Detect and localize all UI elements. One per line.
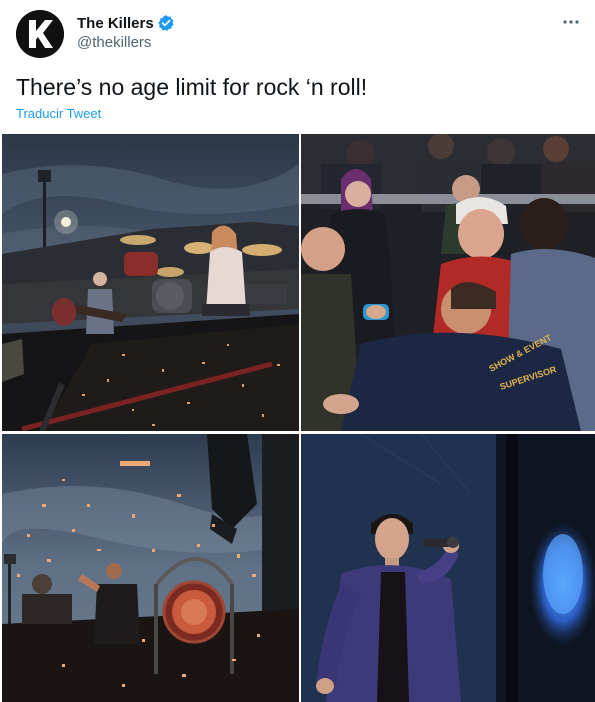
photo-gong-confetti-stage[interactable] (2, 434, 299, 702)
photo-elderly-fan-meeting-singer[interactable]: SHOW & EVENT SUPERVISOR (301, 134, 595, 431)
photo-drummer-on-stage-dusk[interactable] (2, 134, 299, 431)
translate-tweet-link[interactable]: Traducir Tweet (16, 106, 101, 121)
more-options-button[interactable] (561, 12, 581, 32)
author-handle[interactable]: @thekillers (77, 34, 175, 51)
tweet-header: The Killers @thekillers (16, 10, 581, 62)
media-grid: SHOW & EVENT SUPERVISOR (2, 134, 595, 702)
avatar[interactable] (16, 10, 64, 58)
tweet-text: There’s no age limit for rock ‘n roll! (16, 74, 368, 100)
author-names: The Killers @thekillers (77, 13, 175, 51)
photo-singer-purple-jacket-microphone[interactable] (301, 434, 595, 702)
verified-badge-icon (157, 14, 175, 32)
ellipsis-icon (563, 20, 579, 24)
killers-k-logo-icon (16, 10, 64, 58)
display-name[interactable]: The Killers (77, 15, 154, 32)
display-name-row: The Killers (77, 13, 175, 33)
